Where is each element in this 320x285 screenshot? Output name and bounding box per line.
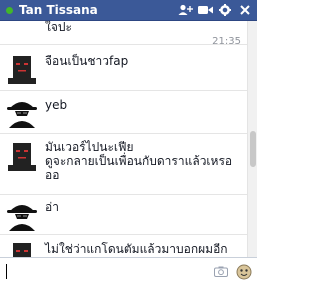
scrollbar-thumb[interactable] [250,131,256,167]
hat-avatar[interactable] [6,199,38,231]
message-item: อ่า [0,195,247,235]
chat-titlebar[interactable]: Tan Tissana [0,0,257,21]
message-item: จือนเป็นชาวfap [0,45,247,91]
message-input[interactable] [8,262,208,281]
chat-title[interactable]: Tan Tissana [19,3,177,17]
message-text: yeb [45,98,68,112]
message-text: มันเวอร์ไปนะเฟีย ดูจะกลายเป็นเพื่อนกับดา… [45,140,233,182]
sticker-icon[interactable] [236,264,252,283]
message-text: ใจปะ [45,21,72,34]
text-caret [6,264,7,279]
message-text: ไม่ใช่ว่าแกโดนตัมแล้วมาบอกผมอีก [45,242,228,256]
message-item: ไม่ใช่ว่าแกโดนตัมแล้วมาบอกผมอีก [0,235,247,257]
message-list[interactable]: ใจปะ 21:35 จือนเป็นชาวfap yeb มันเวอร์ไป… [0,21,247,257]
message-item: yeb [0,91,247,134]
camera-icon[interactable] [214,266,228,280]
message-scrollbar[interactable] [247,21,257,257]
video-call-icon[interactable] [197,3,213,17]
face-avatar[interactable] [6,139,38,171]
composer [0,257,257,285]
message-item: มันเวอร์ไปนะเฟีย ดูจะกลายเป็นเพื่อนกับดา… [0,134,247,195]
close-icon[interactable] [237,3,253,17]
add-friend-icon[interactable] [177,3,193,17]
message-text: อ่า [45,200,59,214]
face-avatar[interactable] [6,52,38,84]
message-text: จือนเป็นชาวfap [45,54,129,68]
gear-icon[interactable] [217,3,233,17]
online-status-dot [6,6,13,14]
hat-avatar[interactable] [6,96,38,128]
face-avatar[interactable] [6,239,38,257]
message-item: ใจปะ 21:35 [0,21,247,47]
